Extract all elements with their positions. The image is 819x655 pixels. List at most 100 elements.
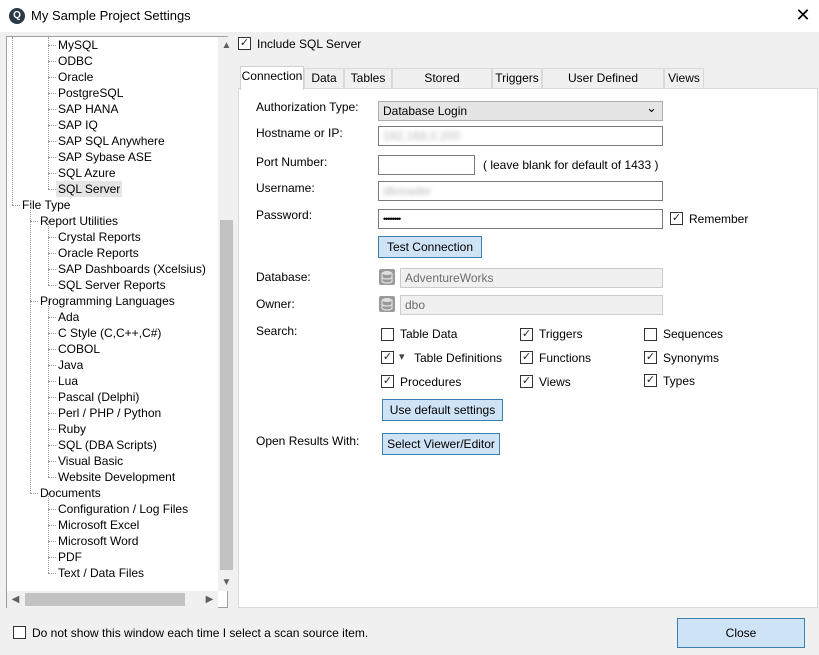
types-checkbox[interactable]: ✓ (644, 374, 657, 387)
tree-connector (30, 493, 38, 494)
tree-item-sql-server-reports[interactable]: SQL Server Reports (58, 277, 166, 293)
source-tree[interactable]: MySQL ODBC Oracle PostgreSQL SAP HANA SAP IQ S… (6, 36, 235, 608)
username-label: Username: (256, 181, 315, 195)
functions-checkbox[interactable]: ✓ (520, 351, 533, 364)
filter-icon[interactable]: ▾ (399, 350, 405, 363)
database-input[interactable]: AdventureWorks (400, 268, 663, 288)
tree-item-perl-php-python[interactable]: Perl / PHP / Python (58, 405, 161, 421)
remember-label: Remember (689, 212, 749, 226)
auth-type-select[interactable]: Database Login ⌄ (378, 101, 663, 121)
tree-item-sap-iq[interactable]: SAP IQ (58, 117, 98, 133)
vertical-scroll-thumb[interactable] (220, 220, 233, 570)
tree-connector (48, 381, 56, 382)
tree-item-pascal-delphi[interactable]: Pascal (Delphi) (58, 389, 139, 405)
tree-item-microsoft-word[interactable]: Microsoft Word (58, 533, 138, 549)
close-window-icon[interactable]: ✕ (794, 6, 812, 24)
tree-item-configuration-log-files[interactable]: Configuration / Log Files (58, 501, 188, 517)
tree-item-cobol[interactable]: COBOL (58, 341, 100, 357)
views-checkbox[interactable]: ✓ (520, 375, 533, 388)
tree-item-programming-languages[interactable]: Programming Languages (40, 293, 175, 309)
synonyms-checkbox[interactable]: ✓ (644, 351, 657, 364)
tree-item-c-style-c-c-c[interactable]: C Style (C,C++,C#) (58, 325, 161, 341)
tree-item-oracle-reports[interactable]: Oracle Reports (58, 245, 139, 261)
tree-connector (48, 141, 56, 142)
tree-connector (48, 93, 56, 94)
title-bar: Q My Sample Project Settings ✕ (0, 0, 819, 32)
sequences-label: Sequences (663, 327, 724, 341)
scroll-up-arrow-icon[interactable]: ▲ (218, 37, 235, 54)
tree-item-ruby[interactable]: Ruby (58, 421, 86, 437)
tree-connector (48, 221, 49, 285)
tree-item-java[interactable]: Java (58, 357, 83, 373)
tree-item-documents[interactable]: Documents (40, 485, 101, 501)
tab-user-defined-functions[interactable]: User Defined Functions (542, 68, 664, 103)
close-button[interactable]: Close (677, 618, 805, 648)
tree-connector (48, 125, 56, 126)
procedures-checkbox[interactable]: ✓ (381, 375, 394, 388)
tree-item-oracle[interactable]: Oracle (58, 69, 93, 85)
tree-item-sap-dashboards-xcelsius[interactable]: SAP Dashboards (Xcelsius) (58, 261, 206, 277)
tree-item-sql-dba-scripts[interactable]: SQL (DBA Scripts) (58, 437, 157, 453)
tab-data[interactable]: Data (304, 68, 344, 88)
tree-item-sql-server[interactable]: SQL Server (56, 181, 123, 197)
tree-item-sap-sql-anywhere[interactable]: SAP SQL Anywhere (58, 133, 165, 149)
tree-connector (48, 157, 56, 158)
chevron-down-icon: ⌄ (646, 101, 657, 115)
tree-connector (30, 205, 31, 493)
select-viewer-editor-button[interactable]: Select Viewer/Editor (382, 433, 500, 455)
tab-views[interactable]: Views (664, 68, 704, 88)
tree-item-sap-sybase-ase[interactable]: SAP Sybase ASE (58, 149, 152, 165)
include-sql-server-checkbox[interactable]: ✓ (238, 37, 251, 50)
tree-item-pdf[interactable]: PDF (58, 549, 82, 565)
tree-connector (48, 45, 56, 46)
tree-item-website-development[interactable]: Website Development (58, 469, 175, 485)
tree-connector (48, 525, 56, 526)
scroll-right-arrow-icon[interactable]: ▶ (201, 591, 218, 608)
tree-item-microsoft-excel[interactable]: Microsoft Excel (58, 517, 139, 533)
vertical-scrollbar[interactable]: ▲ ▼ (218, 37, 235, 591)
dont-show-label: Do not show this window each time I sele… (32, 626, 369, 640)
remember-checkbox[interactable]: ✓ (670, 212, 683, 225)
horizontal-scroll-thumb[interactable] (25, 593, 185, 606)
sequences-checkbox[interactable] (644, 328, 657, 341)
triggers-checkbox[interactable]: ✓ (520, 328, 533, 341)
tree-item-text-data-files[interactable]: Text / Data Files (58, 565, 144, 581)
table-data-checkbox[interactable] (381, 328, 394, 341)
tree-connector (48, 349, 56, 350)
tree-connector (30, 221, 38, 222)
tree-connector (30, 301, 38, 302)
hostname-label: Hostname or IP: (256, 126, 343, 140)
tab-stored-procedures[interactable]: Stored Procedures (392, 68, 492, 103)
tree-item-ada[interactable]: Ada (58, 309, 79, 325)
tab-connection[interactable]: Connection (240, 66, 304, 90)
use-default-settings-button[interactable]: Use default settings (382, 399, 503, 421)
tree-item-sql-azure[interactable]: SQL Azure (58, 165, 116, 181)
tab-triggers[interactable]: Triggers (492, 68, 542, 88)
views-label: Views (539, 375, 571, 389)
window-title: My Sample Project Settings (31, 8, 191, 23)
tree-item-lua[interactable]: Lua (58, 373, 78, 389)
tree-item-visual-basic[interactable]: Visual Basic (58, 453, 123, 469)
tree-item-report-utilities[interactable]: Report Utilities (40, 213, 118, 229)
test-connection-button[interactable]: Test Connection (378, 236, 482, 258)
scroll-down-arrow-icon[interactable]: ▼ (218, 574, 235, 591)
tab-tables[interactable]: Tables (344, 68, 392, 88)
scroll-left-arrow-icon[interactable]: ◀ (7, 591, 24, 608)
password-label: Password: (256, 208, 313, 222)
table-definitions-checkbox[interactable]: ✓ (381, 351, 394, 364)
owner-input[interactable]: dbo (400, 295, 663, 315)
dont-show-checkbox[interactable] (13, 626, 26, 639)
tree-item-mysql[interactable]: MySQL (58, 37, 98, 53)
username-input[interactable]: dbreader (378, 181, 663, 201)
search-label: Search: (256, 324, 298, 338)
horizontal-scrollbar[interactable]: ◀ ▶ (7, 591, 218, 608)
port-input[interactable] (378, 155, 475, 175)
tree-item-odbc[interactable]: ODBC (58, 53, 93, 69)
tree-item-postgresql[interactable]: PostgreSQL (58, 85, 123, 101)
procedures-label: Procedures (400, 375, 462, 389)
hostname-input[interactable]: 192.168.0.200 (378, 126, 663, 146)
tree-item-crystal-reports[interactable]: Crystal Reports (58, 229, 141, 245)
database-label: Database: (256, 270, 311, 284)
tree-item-sap-hana[interactable]: SAP HANA (58, 101, 118, 117)
password-input[interactable]: •••••••• (378, 209, 663, 229)
